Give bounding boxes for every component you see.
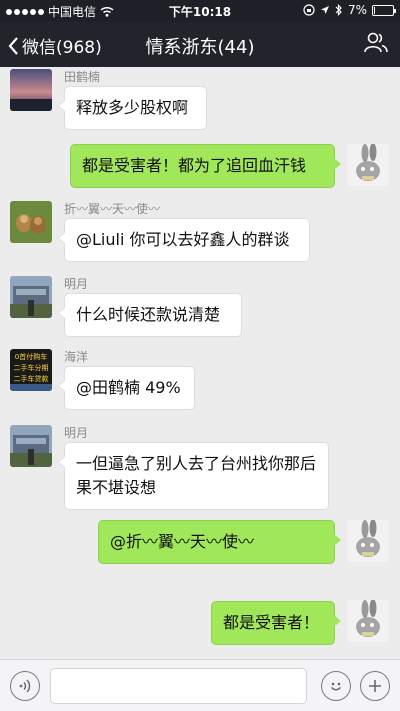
emoji-icon	[330, 682, 342, 691]
battery-icon	[372, 4, 396, 16]
message-input[interactable]	[50, 668, 307, 704]
message-bubble-outgoing[interactable]: 都是受害者！都为了追回血汗钱	[70, 144, 341, 188]
avatar-zheyi[interactable]	[10, 201, 52, 243]
group-info-button[interactable]	[364, 32, 388, 58]
sender-name: 明月	[64, 277, 89, 291]
building-avatar-image	[10, 425, 52, 467]
message-bubble-incoming[interactable]: @Liuli 你可以去好鑫人的群谈	[58, 218, 310, 262]
svg-text:二手车分期: 二手车分期	[14, 363, 49, 372]
rabbit-avatar-image	[347, 600, 389, 642]
building-avatar-image	[10, 276, 52, 318]
message-bubble-incoming[interactable]: 一但逼急了别人去了台州找你那后果不堪设想	[58, 442, 329, 510]
emoji-button[interactable]	[321, 671, 351, 701]
dogs-avatar-image	[10, 201, 52, 243]
message-bubble-incoming[interactable]: 释放多少股权啊	[58, 86, 207, 130]
sender-name: 明月	[64, 426, 89, 440]
battery-percent: 7%	[347, 3, 367, 17]
avatar-tianhenan[interactable]	[10, 69, 52, 111]
sender-name: 折〰翼〰天〰使〰	[64, 202, 161, 216]
nav-bar: 微信(968) 情系浙东(44)	[0, 22, 400, 67]
message-bubble-outgoing[interactable]: @折〰翼〰天〰使〰	[98, 520, 341, 564]
message-bubble-incoming[interactable]: 什么时候还款说清楚	[58, 293, 242, 337]
avatar-self[interactable]	[347, 520, 389, 562]
plus-icon	[369, 680, 381, 692]
battery-fill	[374, 6, 375, 14]
avatar-self[interactable]	[347, 600, 389, 642]
car-loan-ad-avatar-image: 0首付购车 二手车分期 二手车贷款	[10, 349, 52, 391]
chat-area[interactable]: 田鹤楠 释放多少股权啊 都是受害者！都为了追回血汗钱 折〰翼〰天〰使〰 @Liu…	[0, 67, 400, 659]
avatar-mingyue[interactable]	[10, 425, 52, 467]
voice-button[interactable]	[10, 671, 40, 701]
more-button[interactable]	[360, 671, 390, 701]
voice-icon	[19, 679, 31, 693]
location-icon	[320, 6, 329, 14]
sender-name: 海洋	[64, 350, 89, 364]
message-bubble-incoming[interactable]: @田鹤楠 49%	[58, 366, 195, 410]
sunset-avatar-image	[10, 69, 52, 111]
avatar-self[interactable]	[347, 144, 389, 186]
rotation-lock-icon	[303, 4, 315, 16]
status-bar: 中国电信 下午10:18 7%	[0, 0, 400, 22]
sender-name: 田鹤楠	[64, 70, 101, 84]
people-icon	[364, 32, 388, 53]
bluetooth-icon	[335, 4, 342, 16]
svg-text:二手车贷款: 二手车贷款	[14, 374, 49, 383]
message-bubble-outgoing[interactable]: 都是受害者！	[211, 601, 341, 645]
rabbit-avatar-image	[347, 520, 389, 562]
chat-title: 情系浙东(44)	[145, 37, 255, 58]
avatar-haiyang[interactable]: 0首付购车 二手车分期 二手车贷款	[10, 349, 52, 391]
rabbit-avatar-image	[347, 144, 389, 186]
input-bar	[0, 659, 400, 711]
avatar-mingyue[interactable]	[10, 276, 52, 318]
svg-text:0首付购车: 0首付购车	[15, 352, 47, 361]
